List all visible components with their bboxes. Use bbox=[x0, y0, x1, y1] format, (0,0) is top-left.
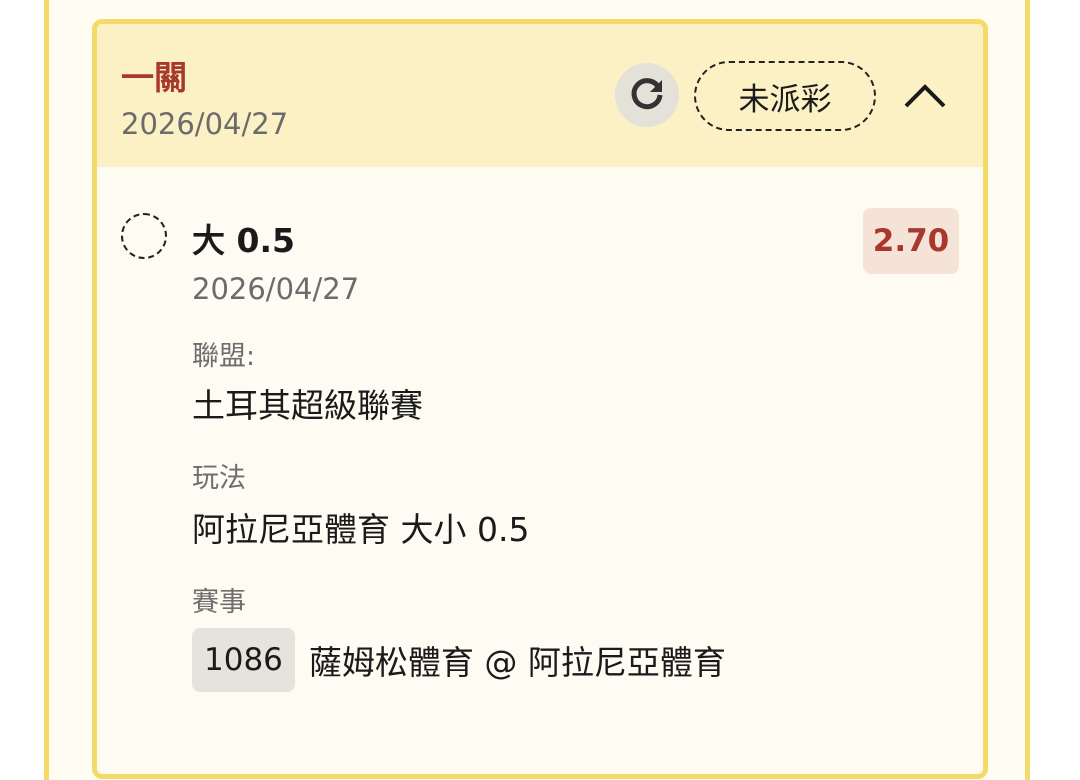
chevron-up-icon bbox=[904, 84, 946, 108]
event-teams: 薩姆松體育 @ 阿拉尼亞體育 bbox=[308, 643, 726, 682]
market-label: 玩法 bbox=[192, 463, 246, 494]
bet-date: 2026/04/27 bbox=[121, 107, 289, 141]
event-label: 賽事 bbox=[192, 587, 246, 618]
payout-status-badge: 未派彩 bbox=[694, 61, 876, 131]
market-value: 阿拉尼亞體育 大小 0.5 bbox=[192, 510, 530, 549]
bet-slip-card: 一關 2026/04/27 未派彩 大 0.5 2026/04/27 2.70 … bbox=[92, 19, 988, 779]
selection-name: 大 0.5 bbox=[192, 221, 295, 260]
pending-radio-icon bbox=[121, 213, 167, 259]
selection-date: 2026/04/27 bbox=[192, 272, 360, 306]
bet-type-title: 一關 bbox=[121, 58, 187, 97]
league-label: 聯盟: bbox=[192, 341, 256, 372]
league-value: 土耳其超級聯賽 bbox=[192, 386, 423, 425]
event-row: 1086 薩姆松體育 @ 阿拉尼亞體育 bbox=[192, 628, 726, 692]
collapse-button[interactable] bbox=[897, 72, 953, 120]
refresh-button[interactable] bbox=[615, 63, 679, 127]
odds-badge: 2.70 bbox=[863, 208, 959, 274]
bet-slip-header[interactable]: 一關 2026/04/27 未派彩 bbox=[97, 24, 983, 167]
event-id-badge: 1086 bbox=[192, 628, 295, 692]
refresh-icon bbox=[631, 78, 663, 110]
